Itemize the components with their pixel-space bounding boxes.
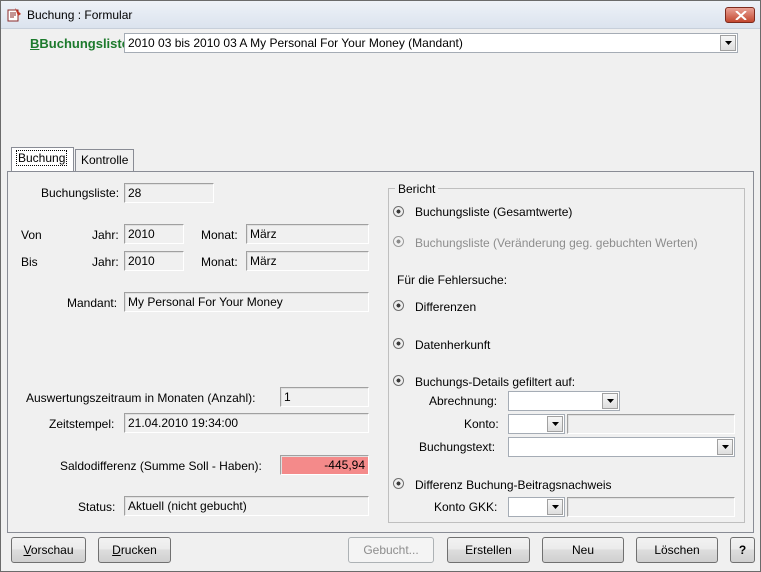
konto-combo[interactable]	[508, 414, 565, 434]
erstellen-button[interactable]: Erstellen	[447, 537, 530, 563]
buchungsliste-combo[interactable]: 2010 03 bis 2010 03 A My Personal For Yo…	[124, 33, 738, 53]
chevron-down-icon	[552, 505, 559, 509]
abrechnung-label: Abrechnung:	[429, 394, 498, 408]
von-monat-field[interactable]: März	[246, 224, 369, 244]
abrechnung-dropdown-button[interactable]	[602, 393, 618, 409]
option-differenzen-label: Differenzen	[415, 300, 477, 314]
bis-jahr-label: Jahr:	[92, 255, 119, 269]
vorschau-button[interactable]: Vorschau	[11, 537, 86, 563]
auswertung-field[interactable]: 1	[280, 387, 369, 407]
drucken-button[interactable]: Drucken	[98, 537, 171, 563]
buchungstext-dropdown-button[interactable]	[717, 439, 733, 455]
radio-veraenderung[interactable]	[393, 236, 404, 247]
bis-monat-field[interactable]: März	[246, 251, 369, 271]
status-field[interactable]: Aktuell (nicht gebucht)	[124, 496, 369, 516]
buchungstext-label: Buchungstext:	[419, 440, 496, 454]
chevron-down-icon	[722, 445, 729, 449]
bis-label: Bis	[21, 255, 38, 269]
mandant-field[interactable]: My Personal For Your Money	[124, 292, 369, 312]
tab-kontrolle[interactable]: Kontrolle	[75, 149, 134, 171]
option-differenz-beitragsnachweis-label: Differenz Buchung-Beitragsnachweis	[415, 478, 612, 492]
gebucht-button[interactable]: Gebucht...	[348, 537, 434, 563]
konto-gkk-text-field[interactable]	[567, 497, 735, 517]
help-button[interactable]: ?	[730, 537, 755, 563]
radio-gesamtwerte[interactable]	[393, 206, 404, 217]
buchungsliste-header-label: BBuchungsliste:	[30, 36, 134, 51]
konto-dropdown-button[interactable]	[547, 416, 563, 432]
option-buchungsdetails-label: Buchungs-Details gefiltert auf:	[415, 375, 576, 389]
mandant-label: Mandant:	[67, 296, 118, 310]
saldo-field[interactable]: -445,94	[280, 455, 369, 475]
konto-gkk-label: Konto GKK:	[434, 500, 498, 514]
von-monat-label: Monat:	[201, 228, 238, 242]
radio-differenzen[interactable]	[393, 300, 404, 311]
abrechnung-combo[interactable]	[508, 391, 620, 411]
drucken-label: rucken	[120, 543, 157, 557]
konto-label: Konto:	[464, 417, 499, 431]
radio-datenherkunft[interactable]	[393, 338, 404, 349]
bis-monat-label: Monat:	[201, 255, 238, 269]
title-bar: Buchung : Formular	[1, 1, 760, 29]
option-datenherkunft-label: Datenherkunft	[415, 338, 491, 352]
window-title: Buchung : Formular	[27, 8, 133, 22]
form-window: Buchung : Formular BBuchungsliste: 2010 …	[0, 0, 761, 572]
konto-text-field[interactable]	[567, 414, 735, 434]
zeitstempel-label: Zeitstempel:	[49, 417, 115, 431]
fehlersuche-label: Für die Fehlersuche:	[397, 273, 508, 287]
tab-buchung[interactable]: Buchung	[11, 147, 74, 171]
status-label: Status:	[78, 500, 116, 514]
chevron-down-icon	[725, 41, 732, 45]
von-jahr-label: Jahr:	[92, 228, 119, 242]
zeitstempel-field[interactable]: 21.04.2010 19:34:00	[124, 413, 369, 433]
header-label-text: Buchungsliste:	[39, 36, 134, 51]
radio-differenz-beitragsnachweis[interactable]	[393, 478, 404, 489]
von-label: Von	[21, 228, 42, 242]
buchungsliste-field[interactable]: 28	[124, 183, 214, 203]
option-gesamtwerte-label: Buchungsliste (Gesamtwerte)	[415, 205, 573, 219]
bericht-title: Bericht	[395, 182, 439, 196]
loeschen-button[interactable]: Löschen	[636, 537, 718, 563]
buchungstext-combo[interactable]	[508, 437, 735, 457]
konto-gkk-dropdown-button[interactable]	[547, 499, 563, 515]
tab-buchung-label: Buchung	[15, 150, 68, 166]
close-button[interactable]	[725, 7, 755, 23]
chevron-down-icon	[607, 399, 614, 403]
von-jahr-field[interactable]: 2010	[124, 224, 184, 244]
vorschau-accelerator: V	[23, 543, 31, 557]
bis-jahr-field[interactable]: 2010	[124, 251, 184, 271]
tab-kontrolle-label: Kontrolle	[81, 153, 129, 167]
neu-button[interactable]: Neu	[542, 537, 624, 563]
buchungsliste-label: Buchungsliste:	[41, 186, 120, 200]
auswertung-label: Auswertungszeitraum in Monaten (Anzahl):	[26, 391, 256, 405]
radio-buchungsdetails[interactable]	[393, 375, 404, 386]
konto-gkk-combo[interactable]	[508, 497, 565, 517]
option-veraenderung-label: Buchungsliste (Veränderung geg. gebuchte…	[415, 236, 698, 250]
close-icon	[735, 11, 747, 20]
vorschau-label: orschau	[30, 543, 74, 557]
drucken-accelerator: D	[112, 543, 121, 557]
saldo-label: Saldodifferenz (Summe Soll - Haben):	[60, 459, 262, 473]
chevron-down-icon	[552, 422, 559, 426]
combo-dropdown-button[interactable]	[720, 35, 736, 51]
buchungsliste-combo-value: 2010 03 bis 2010 03 A My Personal For Yo…	[128, 36, 463, 50]
app-icon	[7, 8, 21, 22]
